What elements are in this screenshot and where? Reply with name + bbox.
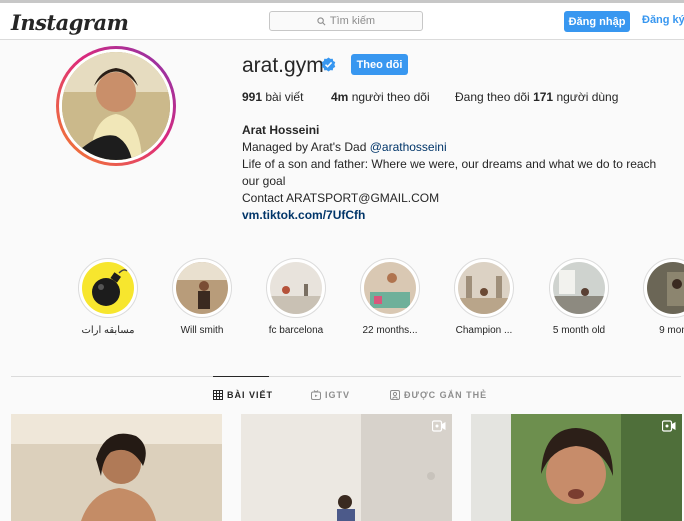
highlight-thumbnail xyxy=(458,262,510,314)
highlight-label: 22 months... xyxy=(362,325,418,336)
active-tab-indicator xyxy=(213,376,269,377)
highlight-bomb-icon xyxy=(82,262,134,314)
top-navbar: Instagram Tìm kiếm Đăng nhập Đăng ký xyxy=(0,3,684,40)
mention-link[interactable]: @arathosseini xyxy=(370,140,447,154)
igtv-icon xyxy=(311,390,321,400)
highlight-thumbnail xyxy=(553,262,605,314)
followers-count[interactable]: 4m người theo dõi xyxy=(331,90,430,104)
signup-link[interactable]: Đăng ký xyxy=(642,14,684,26)
posts-count: 991 bài viết xyxy=(242,90,304,104)
grid-icon xyxy=(213,390,223,400)
highlight-label: Champion ... xyxy=(455,325,513,336)
profile-bio: Arat Hosseini Managed by Arat's Dad @ara… xyxy=(242,122,672,224)
highlight-label: مسابقه آرات xyxy=(81,325,135,336)
following-count[interactable]: Đang theo dõi 171 người dùng xyxy=(455,90,618,104)
video-icon xyxy=(432,420,446,432)
bio-external-link[interactable]: vm.tiktok.com/7UfCfh xyxy=(242,207,672,224)
verified-badge-icon xyxy=(321,57,336,72)
post-thumbnail[interactable] xyxy=(471,414,682,521)
highlight-label: Will smith xyxy=(180,325,224,336)
search-icon xyxy=(317,16,326,25)
search-input[interactable]: Tìm kiếm xyxy=(269,11,423,31)
highlight-thumbnail xyxy=(270,262,322,314)
post-thumbnail[interactable] xyxy=(241,414,452,521)
profile-username: arat.gym xyxy=(242,54,324,77)
follow-button[interactable]: Theo dõi xyxy=(351,54,408,75)
tagged-person-icon xyxy=(390,390,400,400)
search-placeholder: Tìm kiếm xyxy=(329,15,376,27)
highlight-thumbnail xyxy=(647,262,684,314)
highlight-thumbnail xyxy=(364,262,416,314)
login-button[interactable]: Đăng nhập xyxy=(564,11,630,32)
instagram-logo[interactable]: Instagram xyxy=(11,10,129,35)
highlight-label: fc barcelona xyxy=(268,325,324,336)
profile-full-name: Arat Hosseini xyxy=(242,123,320,137)
post-thumbnail[interactable] xyxy=(11,414,222,521)
tab-igtv[interactable]: IGTV xyxy=(311,390,350,400)
avatar-photo xyxy=(62,52,170,160)
tab-posts[interactable]: BÀI VIẾT xyxy=(213,390,273,400)
tab-tagged[interactable]: ĐƯỢC GẮN THẺ xyxy=(390,390,487,400)
highlight-thumbnail xyxy=(176,262,228,314)
highlight-label: 9 mon xyxy=(659,325,684,336)
bio-managed-line: Managed by Arat's Dad @arathosseini xyxy=(242,140,447,154)
tabs-divider xyxy=(11,376,681,377)
profile-avatar[interactable] xyxy=(56,46,176,166)
bio-contact-line: Contact ARATSPORT@GMAIL.COM xyxy=(242,191,440,205)
video-icon xyxy=(662,420,676,432)
bio-life-line: Life of a son and father: Where we were,… xyxy=(242,157,657,188)
highlight-label: 5 month old xyxy=(552,325,606,336)
